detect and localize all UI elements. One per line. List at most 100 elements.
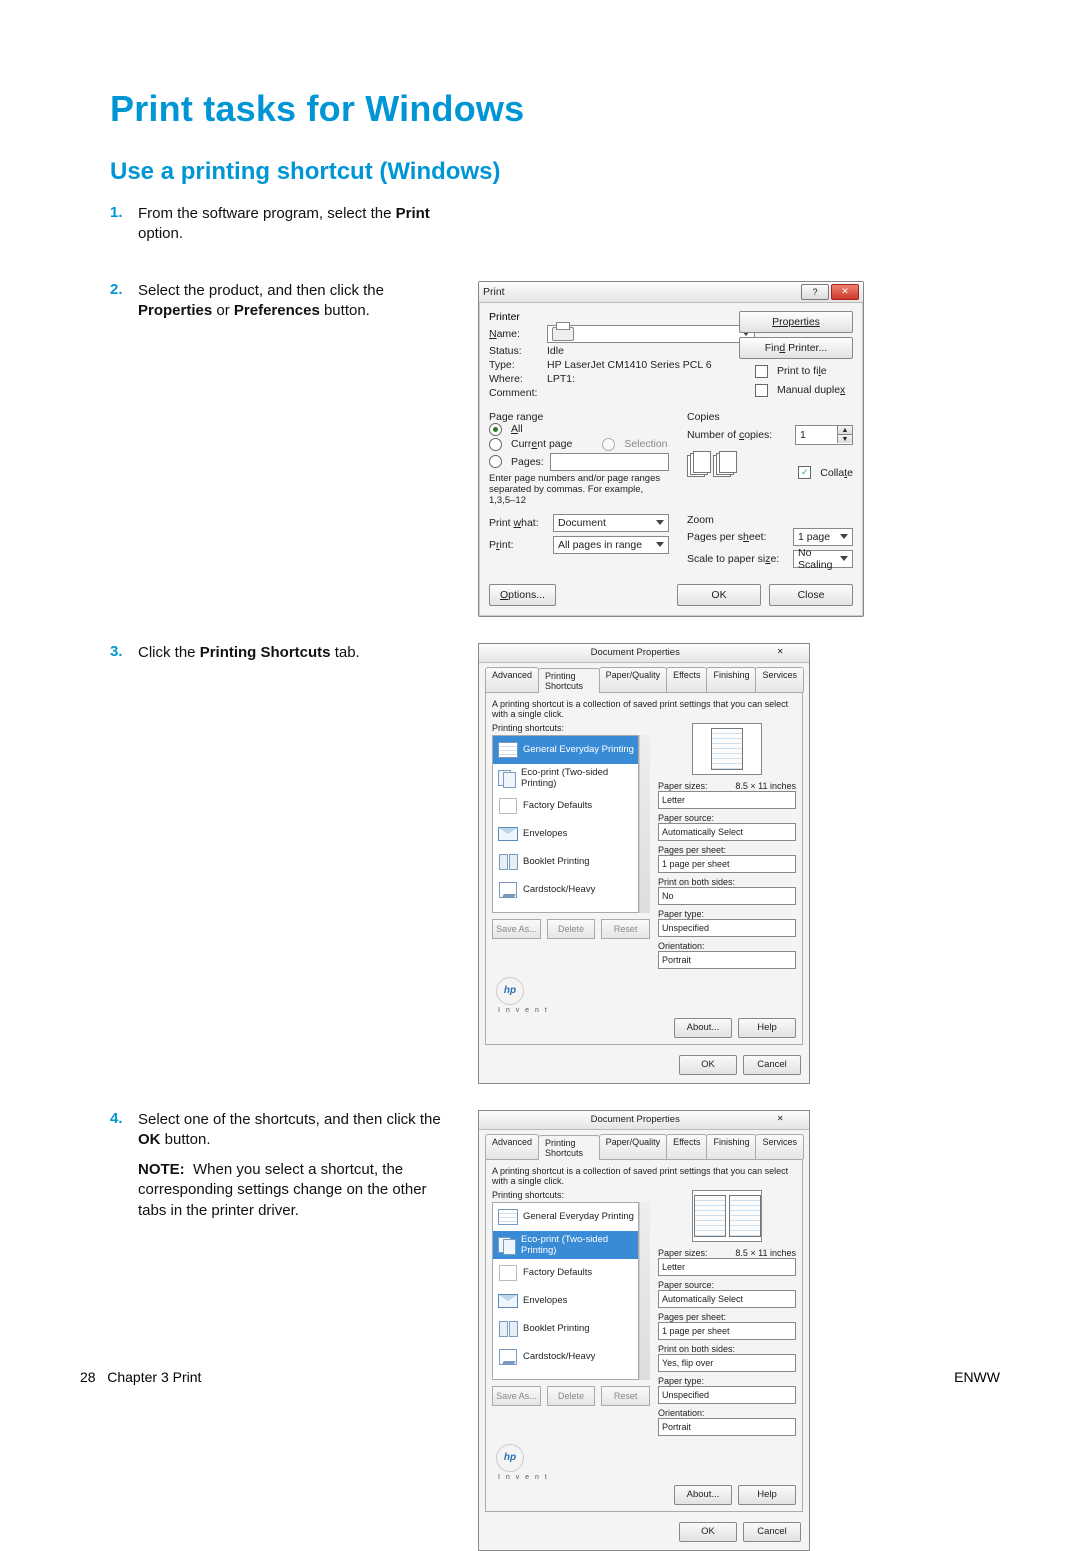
paper-sizes-dim: 8.5 × 11 inches bbox=[735, 781, 796, 791]
page-icon bbox=[497, 1207, 519, 1227]
close-window-button[interactable]: ✕ bbox=[777, 1114, 805, 1126]
printer-name-combo[interactable] bbox=[547, 325, 755, 343]
where-label: Where: bbox=[489, 373, 541, 385]
shortcut-item-factory[interactable]: Factory Defaults bbox=[493, 1259, 638, 1287]
about-button[interactable]: About... bbox=[674, 1018, 732, 1038]
dialog-title: Document Properties bbox=[494, 1114, 777, 1125]
current-page-label: Current page bbox=[511, 438, 572, 450]
delete-button[interactable]: Delete bbox=[547, 1386, 596, 1406]
tab-services[interactable]: Services bbox=[755, 667, 804, 692]
ok-button[interactable]: OK bbox=[679, 1055, 737, 1075]
cancel-button[interactable]: Cancel bbox=[743, 1055, 801, 1075]
reset-button[interactable]: Reset bbox=[601, 1386, 650, 1406]
tab-paper-quality[interactable]: Paper/Quality bbox=[599, 1134, 668, 1159]
tab-advanced[interactable]: Advanced bbox=[485, 1134, 539, 1159]
hp-tagline: I n v e n t bbox=[498, 1474, 796, 1481]
orientation-combo[interactable]: Portrait bbox=[658, 1418, 796, 1436]
shortcuts-listbox[interactable]: General Everyday Printing Eco-print (Two… bbox=[492, 1202, 639, 1380]
tab-advanced[interactable]: Advanced bbox=[485, 667, 539, 692]
shortcuts-list-label: Printing shortcuts: bbox=[492, 1190, 650, 1200]
shortcut-item-eco[interactable]: Eco-print (Two-sided Printing) bbox=[493, 1231, 638, 1259]
page-title: Print tasks for Windows bbox=[110, 88, 1000, 130]
shortcuts-listbox[interactable]: General Everyday Printing Eco-print (Two… bbox=[492, 735, 639, 913]
close-button[interactable]: Close bbox=[769, 584, 853, 606]
properties-button[interactable]: Properties bbox=[739, 311, 853, 333]
pages-per-sheet-combo[interactable]: 1 page per sheet bbox=[658, 1322, 796, 1340]
tab-services[interactable]: Services bbox=[755, 1134, 804, 1159]
print-dialog: Print ? ✕ Printer bbox=[478, 281, 864, 617]
shortcut-item-eco[interactable]: Eco-print (Two-sided Printing) bbox=[493, 764, 638, 792]
both-sides-combo[interactable]: No bbox=[658, 887, 796, 905]
delete-button[interactable]: Delete bbox=[547, 919, 596, 939]
copies-label: Copies bbox=[687, 411, 853, 423]
tab-finishing[interactable]: Finishing bbox=[706, 667, 756, 692]
pages-label: Pages: bbox=[511, 456, 544, 468]
cancel-button[interactable]: Cancel bbox=[743, 1522, 801, 1542]
paper-sizes-label: Paper sizes: bbox=[658, 1248, 708, 1258]
help-window-button[interactable]: ? bbox=[801, 284, 829, 300]
tab-effects[interactable]: Effects bbox=[666, 667, 707, 692]
shortcut-item-factory[interactable]: Factory Defaults bbox=[493, 792, 638, 820]
shortcut-item-envelopes[interactable]: Envelopes bbox=[493, 820, 638, 848]
print-what-combo[interactable]: Document bbox=[553, 514, 669, 532]
paper-source-combo[interactable]: Automatically Select bbox=[658, 1290, 796, 1308]
print-range-combo[interactable]: All pages in range bbox=[553, 536, 669, 554]
paper-source-label: Paper source: bbox=[658, 813, 714, 823]
help-button[interactable]: Help bbox=[738, 1485, 796, 1505]
paper-source-label: Paper source: bbox=[658, 1280, 714, 1290]
ok-button[interactable]: OK bbox=[677, 584, 761, 606]
save-as-button[interactable]: Save As... bbox=[492, 919, 541, 939]
close-window-button[interactable]: ✕ bbox=[831, 284, 859, 300]
document-properties-dialog: Document Properties ✕ Advanced Printing … bbox=[478, 1110, 810, 1551]
shortcut-item-general[interactable]: General Everyday Printing bbox=[493, 736, 638, 764]
save-as-button[interactable]: Save As... bbox=[492, 1386, 541, 1406]
ok-button[interactable]: OK bbox=[679, 1522, 737, 1542]
scrollbar[interactable] bbox=[639, 1202, 650, 1380]
options-button[interactable]: Options... bbox=[489, 584, 556, 606]
orientation-combo[interactable]: Portrait bbox=[658, 951, 796, 969]
scale-combo[interactable]: No Scaling bbox=[793, 550, 853, 568]
reset-button[interactable]: Reset bbox=[601, 919, 650, 939]
dialog-title: Document Properties bbox=[494, 647, 777, 658]
paper-type-combo[interactable]: Unspecified bbox=[658, 919, 796, 937]
tab-paper-quality[interactable]: Paper/Quality bbox=[599, 667, 668, 692]
step-number: 3. bbox=[110, 643, 138, 660]
page-footer-right: ENWW bbox=[954, 1369, 1000, 1385]
paper-size-combo[interactable]: Letter bbox=[658, 791, 796, 809]
shortcut-item-booklet[interactable]: Booklet Printing bbox=[493, 1315, 638, 1343]
shortcut-item-envelopes[interactable]: Envelopes bbox=[493, 1287, 638, 1315]
pages-radio[interactable] bbox=[489, 455, 502, 468]
selection-radio[interactable] bbox=[602, 438, 615, 451]
tab-finishing[interactable]: Finishing bbox=[706, 1134, 756, 1159]
pages-input[interactable] bbox=[550, 453, 669, 471]
current-page-radio[interactable] bbox=[489, 438, 502, 451]
step-text: Select the product, and then click the P… bbox=[138, 281, 448, 332]
copies-spinner[interactable]: 1 ▲▼ bbox=[795, 425, 853, 445]
close-window-button[interactable]: ✕ bbox=[777, 647, 805, 659]
tab-effects[interactable]: Effects bbox=[666, 1134, 707, 1159]
paper-source-combo[interactable]: Automatically Select bbox=[658, 823, 796, 841]
scrollbar[interactable] bbox=[639, 735, 650, 913]
pages-per-sheet-combo[interactable]: 1 page per sheet bbox=[658, 855, 796, 873]
shortcut-item-cardstock[interactable]: Cardstock/Heavy bbox=[493, 876, 638, 904]
shortcut-item-general[interactable]: General Everyday Printing bbox=[493, 1203, 638, 1231]
all-radio[interactable] bbox=[489, 423, 502, 436]
paper-size-combo[interactable]: Letter bbox=[658, 1258, 796, 1276]
shortcut-item-cardstock[interactable]: Cardstock/Heavy bbox=[493, 1343, 638, 1371]
zoom-label: Zoom bbox=[687, 514, 853, 526]
manual-duplex-label: Manual duplex bbox=[777, 384, 845, 396]
paper-type-combo[interactable]: Unspecified bbox=[658, 1386, 796, 1404]
print-to-file-checkbox[interactable] bbox=[755, 365, 768, 378]
collate-label: Collate bbox=[820, 467, 853, 479]
shortcut-item-booklet[interactable]: Booklet Printing bbox=[493, 848, 638, 876]
pps-combo[interactable]: 1 page bbox=[793, 528, 853, 546]
help-button[interactable]: Help bbox=[738, 1018, 796, 1038]
paper-sizes-label: Paper sizes: bbox=[658, 781, 708, 791]
manual-duplex-checkbox[interactable] bbox=[755, 384, 768, 397]
about-button[interactable]: About... bbox=[674, 1485, 732, 1505]
collate-checkbox[interactable]: ✓ bbox=[798, 466, 811, 479]
find-printer-button[interactable]: Find Printer... bbox=[739, 337, 853, 359]
tab-printing-shortcuts[interactable]: Printing Shortcuts bbox=[538, 1135, 600, 1160]
step-number: 2. bbox=[110, 281, 138, 298]
tab-printing-shortcuts[interactable]: Printing Shortcuts bbox=[538, 668, 600, 693]
